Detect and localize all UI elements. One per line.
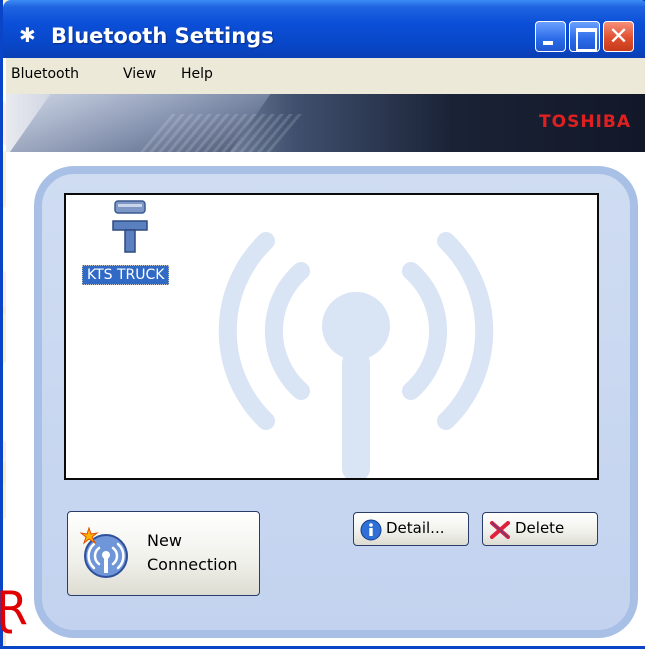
- new-connection-label: New Connection: [147, 529, 238, 577]
- close-button[interactable]: ✕: [603, 21, 634, 52]
- bluetooth-settings-window: ✱ Bluetooth Settings ✕ Bluetooth View He…: [0, 0, 645, 649]
- delete-button[interactable]: Delete: [482, 512, 598, 546]
- menu-bar: Bluetooth View Help: [6, 58, 645, 94]
- menu-help[interactable]: Help: [181, 66, 213, 82]
- new-connection-button[interactable]: New Connection: [67, 511, 260, 596]
- brand-logo: TOSHIBA: [539, 112, 631, 132]
- maximize-button[interactable]: [569, 21, 600, 52]
- title-bar[interactable]: ✱ Bluetooth Settings ✕: [3, 0, 645, 58]
- delete-x-icon: [490, 521, 510, 539]
- detail-label: Detail...: [386, 519, 445, 537]
- window-title: Bluetooth Settings: [51, 24, 274, 48]
- new-connection-label-line1: New: [147, 531, 182, 550]
- menu-view[interactable]: View: [123, 66, 156, 82]
- delete-label: Delete: [515, 519, 565, 537]
- serial-port-device-icon: [112, 200, 148, 253]
- stray-red-mark: Ɽ: [0, 581, 28, 635]
- menu-bluetooth[interactable]: Bluetooth: [11, 66, 79, 82]
- bluetooth-watermark-icon: [218, 232, 494, 478]
- bluetooth-icon: ✱: [19, 23, 36, 47]
- minimize-button[interactable]: [535, 21, 566, 52]
- device-item[interactable]: KTS TRUCK: [80, 199, 180, 295]
- device-label: KTS TRUCK: [82, 265, 170, 285]
- bluetooth-signal-icon: [80, 526, 128, 578]
- device-list[interactable]: KTS TRUCK: [64, 193, 599, 480]
- header-banner: TOSHIBA: [6, 94, 645, 152]
- detail-button[interactable]: Detail...: [353, 512, 469, 546]
- info-icon: [360, 519, 382, 541]
- new-connection-label-line2: Connection: [147, 555, 238, 574]
- close-icon: ✕: [608, 22, 629, 50]
